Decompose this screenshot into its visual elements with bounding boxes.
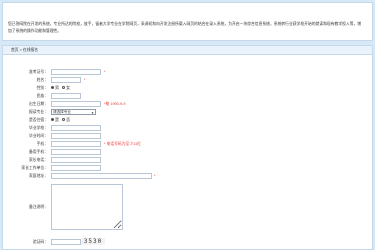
row-visual: 是否住宿： 是 否: [3, 117, 374, 123]
major-label: 报读专业：: [29, 110, 48, 114]
gender-female-label: 女: [66, 85, 71, 90]
grad-date-label: 毕业时间：: [29, 134, 48, 138]
row-notes: 备注说明：: [3, 184, 374, 230]
row-name: 姓名： *: [3, 77, 374, 83]
row-major: 报读专业： 请选择专业 ▼: [3, 109, 374, 115]
row-parent-work: 家长工作单位：: [3, 165, 374, 171]
birthdate-hint: *格 1990-9-9: [104, 102, 126, 106]
parent-work-label: 家长工作单位：: [21, 166, 48, 170]
phone-input[interactable]: [51, 141, 101, 147]
row-ethnicity: 民族：: [3, 93, 374, 99]
address-label: 家庭地址：: [29, 174, 48, 178]
birthdate-input[interactable]: [51, 101, 101, 107]
ethnicity-label: 民族：: [36, 94, 48, 98]
backup-phone-label: 备用手机：: [29, 150, 48, 154]
row-address: 家庭地址： *: [3, 173, 374, 179]
captcha-label: 验证码：: [32, 240, 48, 244]
notes-textarea[interactable]: [51, 184, 123, 230]
grad-date-input[interactable]: [51, 133, 101, 139]
row-captcha: 验证码： 3530: [3, 238, 374, 245]
gender-female-radio[interactable]: [62, 86, 66, 90]
school-input[interactable]: [51, 125, 101, 131]
name-input[interactable]: [51, 77, 81, 83]
gender-radio-group: 男 女: [51, 85, 70, 91]
visual-yes-radio[interactable]: [51, 118, 54, 122]
captcha-input[interactable]: [51, 239, 81, 245]
backup-phone-input[interactable]: [51, 149, 101, 155]
visual-label: 是否住宿：: [29, 118, 48, 122]
address-input[interactable]: [51, 173, 152, 179]
name-label: 姓名：: [36, 78, 48, 82]
row-backup-phone: 备用手机：: [3, 149, 374, 155]
exam-id-label: 准考证号：: [29, 70, 48, 74]
captcha-image[interactable]: 3530: [81, 238, 105, 245]
required-mark: *: [104, 70, 106, 74]
visual-radio-group: 是 否: [51, 117, 70, 123]
breadcrumb: 首页 > 在线报名: [3, 46, 372, 55]
row-grad-date: 毕业时间：: [3, 133, 374, 139]
row-birthdate: 出生日期： *格 1990-9-9: [3, 101, 374, 107]
form-panel: 首页 > 在线报名 准考证号： * 姓名： * 性别： 男 女 民族： 出生日期…: [2, 45, 373, 250]
visual-no-label: 否: [66, 117, 71, 122]
home-phone-input[interactable]: [51, 157, 101, 163]
major-selected-value: 请选择专业: [53, 110, 71, 114]
gender-label: 性别：: [36, 86, 48, 90]
row-home-phone: 家长电话：: [3, 157, 374, 163]
parent-work-input[interactable]: [51, 165, 101, 171]
row-phone: 手机： * 电话号码为至少11位: [3, 141, 374, 147]
row-exam-id: 准考证号： *: [3, 69, 374, 75]
intro-box: 您已答网院在开发的系统，专业所达的院校，放手，留者大学专业在学院网页，采调初和向…: [2, 2, 373, 41]
row-gender: 性别： 男 女: [3, 85, 374, 91]
gender-male-radio[interactable]: [51, 86, 54, 90]
required-mark: *: [84, 78, 86, 82]
home-phone-label: 家长电话：: [29, 158, 48, 162]
gender-male-label: 男: [55, 85, 59, 90]
phone-hint: * 电话号码为至少11位: [104, 142, 141, 146]
ethnicity-input[interactable]: [51, 93, 81, 99]
school-label: 毕业学校：: [29, 126, 48, 130]
visual-no-radio[interactable]: [62, 118, 66, 122]
notes-label: 备注说明：: [29, 205, 48, 209]
exam-id-input[interactable]: [51, 69, 101, 75]
visual-yes-label: 是: [55, 117, 59, 122]
major-select[interactable]: 请选择专业 ▼: [51, 109, 96, 115]
intro-text: 您已答网院在开发的系统，专业所达的院校，放手，留者大学专业在学院网页，采调初和向…: [8, 22, 362, 33]
phone-label: 手机：: [36, 142, 48, 146]
chevron-down-icon: ▼: [91, 111, 94, 115]
birthdate-label: 出生日期：: [29, 102, 48, 106]
required-mark: *: [154, 174, 156, 178]
row-school: 毕业学校：: [3, 125, 374, 131]
